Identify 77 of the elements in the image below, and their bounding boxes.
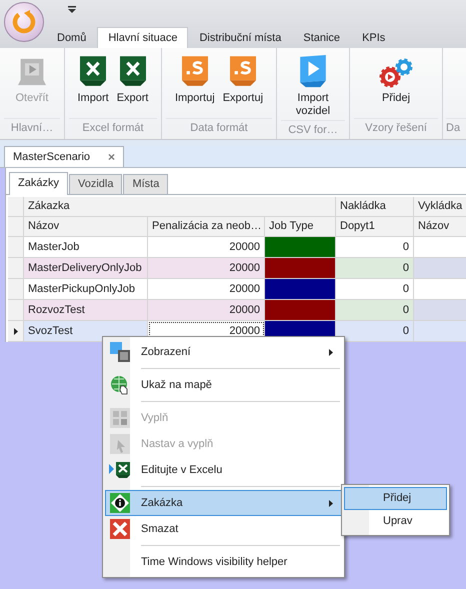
table-cell: 0 bbox=[336, 321, 414, 342]
menu-item[interactable]: Přidej bbox=[344, 487, 447, 510]
document-tab[interactable]: MasterScenario bbox=[13, 151, 90, 163]
ribbon-tab[interactable]: KPIs bbox=[351, 27, 396, 48]
menu-item[interactable]: Editujte v Excelu bbox=[105, 457, 342, 483]
group-title: Data formát bbox=[166, 118, 272, 139]
gears-icon bbox=[378, 58, 414, 88]
group-title: Excel formát bbox=[69, 118, 157, 139]
table-cell bbox=[414, 258, 466, 279]
spreadsheet-icon bbox=[108, 460, 130, 480]
document-icon bbox=[230, 56, 256, 88]
menu-item[interactable]: Zakázka bbox=[105, 490, 342, 516]
row-indicator[interactable] bbox=[8, 321, 24, 342]
column-header[interactable]: Názov bbox=[24, 217, 148, 237]
group-title: Vzory řešení bbox=[354, 118, 438, 139]
tab[interactable]: Zakázky bbox=[9, 172, 68, 195]
video-icon bbox=[300, 55, 326, 88]
video-icon bbox=[18, 56, 46, 88]
ribbon-button[interactable]: Export bbox=[114, 50, 152, 118]
column-header[interactable]: Job Type bbox=[265, 217, 336, 237]
table-cell bbox=[414, 321, 466, 342]
group-title: Hlavní… bbox=[4, 118, 60, 139]
column-group-header: Vykládka bbox=[414, 197, 466, 217]
layout-icon bbox=[110, 342, 130, 362]
table-cell: MasterDeliveryOnlyJob bbox=[24, 258, 148, 279]
menu-item[interactable]: Time Windows visibility helper bbox=[105, 549, 342, 575]
table-cell bbox=[414, 279, 466, 300]
tab[interactable]: Místa bbox=[123, 174, 168, 194]
column-group-header: Zákazka bbox=[24, 197, 336, 217]
tab[interactable]: Vozidla bbox=[68, 174, 122, 194]
column-header[interactable]: Penalizácia za neob… bbox=[148, 217, 265, 237]
header-cell bbox=[8, 217, 24, 237]
dropdown-icon[interactable] bbox=[68, 6, 76, 13]
table-cell: 0 bbox=[336, 279, 414, 300]
ribbon-tab[interactable]: Stanice bbox=[292, 27, 352, 48]
table-cell: 20000 bbox=[148, 237, 265, 258]
menu-item[interactable]: Uprav bbox=[344, 510, 447, 533]
ribbon-tab[interactable]: Hlavní situace bbox=[97, 27, 188, 48]
ribbon-button[interactable]: Import vozidel bbox=[285, 50, 341, 120]
spreadsheet-icon bbox=[80, 56, 106, 88]
ribbon-button[interactable]: Přidej bbox=[375, 50, 417, 118]
table-cell: 20000 bbox=[148, 300, 265, 321]
delete-icon bbox=[110, 519, 130, 539]
table-cell bbox=[414, 237, 466, 258]
ribbon-tab[interactable]: Domů bbox=[46, 27, 98, 48]
table-cell: 0 bbox=[336, 237, 414, 258]
spreadsheet-icon bbox=[120, 56, 146, 88]
table-cell: 20000 bbox=[148, 258, 265, 279]
ribbon-button[interactable]: Import bbox=[74, 50, 112, 118]
column-group-header: Nakládka bbox=[336, 197, 414, 217]
group-title: CSV for… bbox=[281, 120, 345, 139]
column-header[interactable]: Dopyt1 bbox=[336, 217, 414, 237]
app-menu-button[interactable] bbox=[4, 2, 44, 42]
menu-item[interactable]: Ukaž na mapě bbox=[105, 372, 342, 398]
menu-item[interactable]: Smazat bbox=[105, 516, 342, 542]
table-cell: MasterPickupOnlyJob bbox=[24, 279, 148, 300]
current-row-icon bbox=[14, 328, 18, 334]
header-cell bbox=[8, 197, 24, 217]
ribbon-button[interactable]: Importuj bbox=[172, 50, 218, 118]
globe-icon bbox=[110, 375, 130, 395]
table-cell: MasterJob bbox=[24, 237, 148, 258]
table-cell bbox=[414, 300, 466, 321]
table-cell: 0 bbox=[336, 300, 414, 321]
ribbon-button[interactable]: Exportuj bbox=[220, 50, 266, 118]
group-title: Da bbox=[446, 118, 466, 139]
submenu-arrow-icon bbox=[329, 500, 333, 506]
close-button[interactable]: × bbox=[108, 150, 116, 164]
document-icon bbox=[182, 56, 208, 88]
info-icon bbox=[110, 493, 130, 513]
submenu-arrow-icon bbox=[329, 348, 333, 356]
table-cell: 0 bbox=[336, 258, 414, 279]
table-cell: 20000 bbox=[148, 279, 265, 300]
table-cell: RozvozTest bbox=[24, 300, 148, 321]
menu-item[interactable]: Zobrazení bbox=[105, 339, 342, 365]
ribbon-tab[interactable]: Distribuční místa bbox=[188, 27, 292, 48]
column-header[interactable]: Názov bbox=[414, 217, 466, 237]
logo bbox=[12, 10, 36, 34]
